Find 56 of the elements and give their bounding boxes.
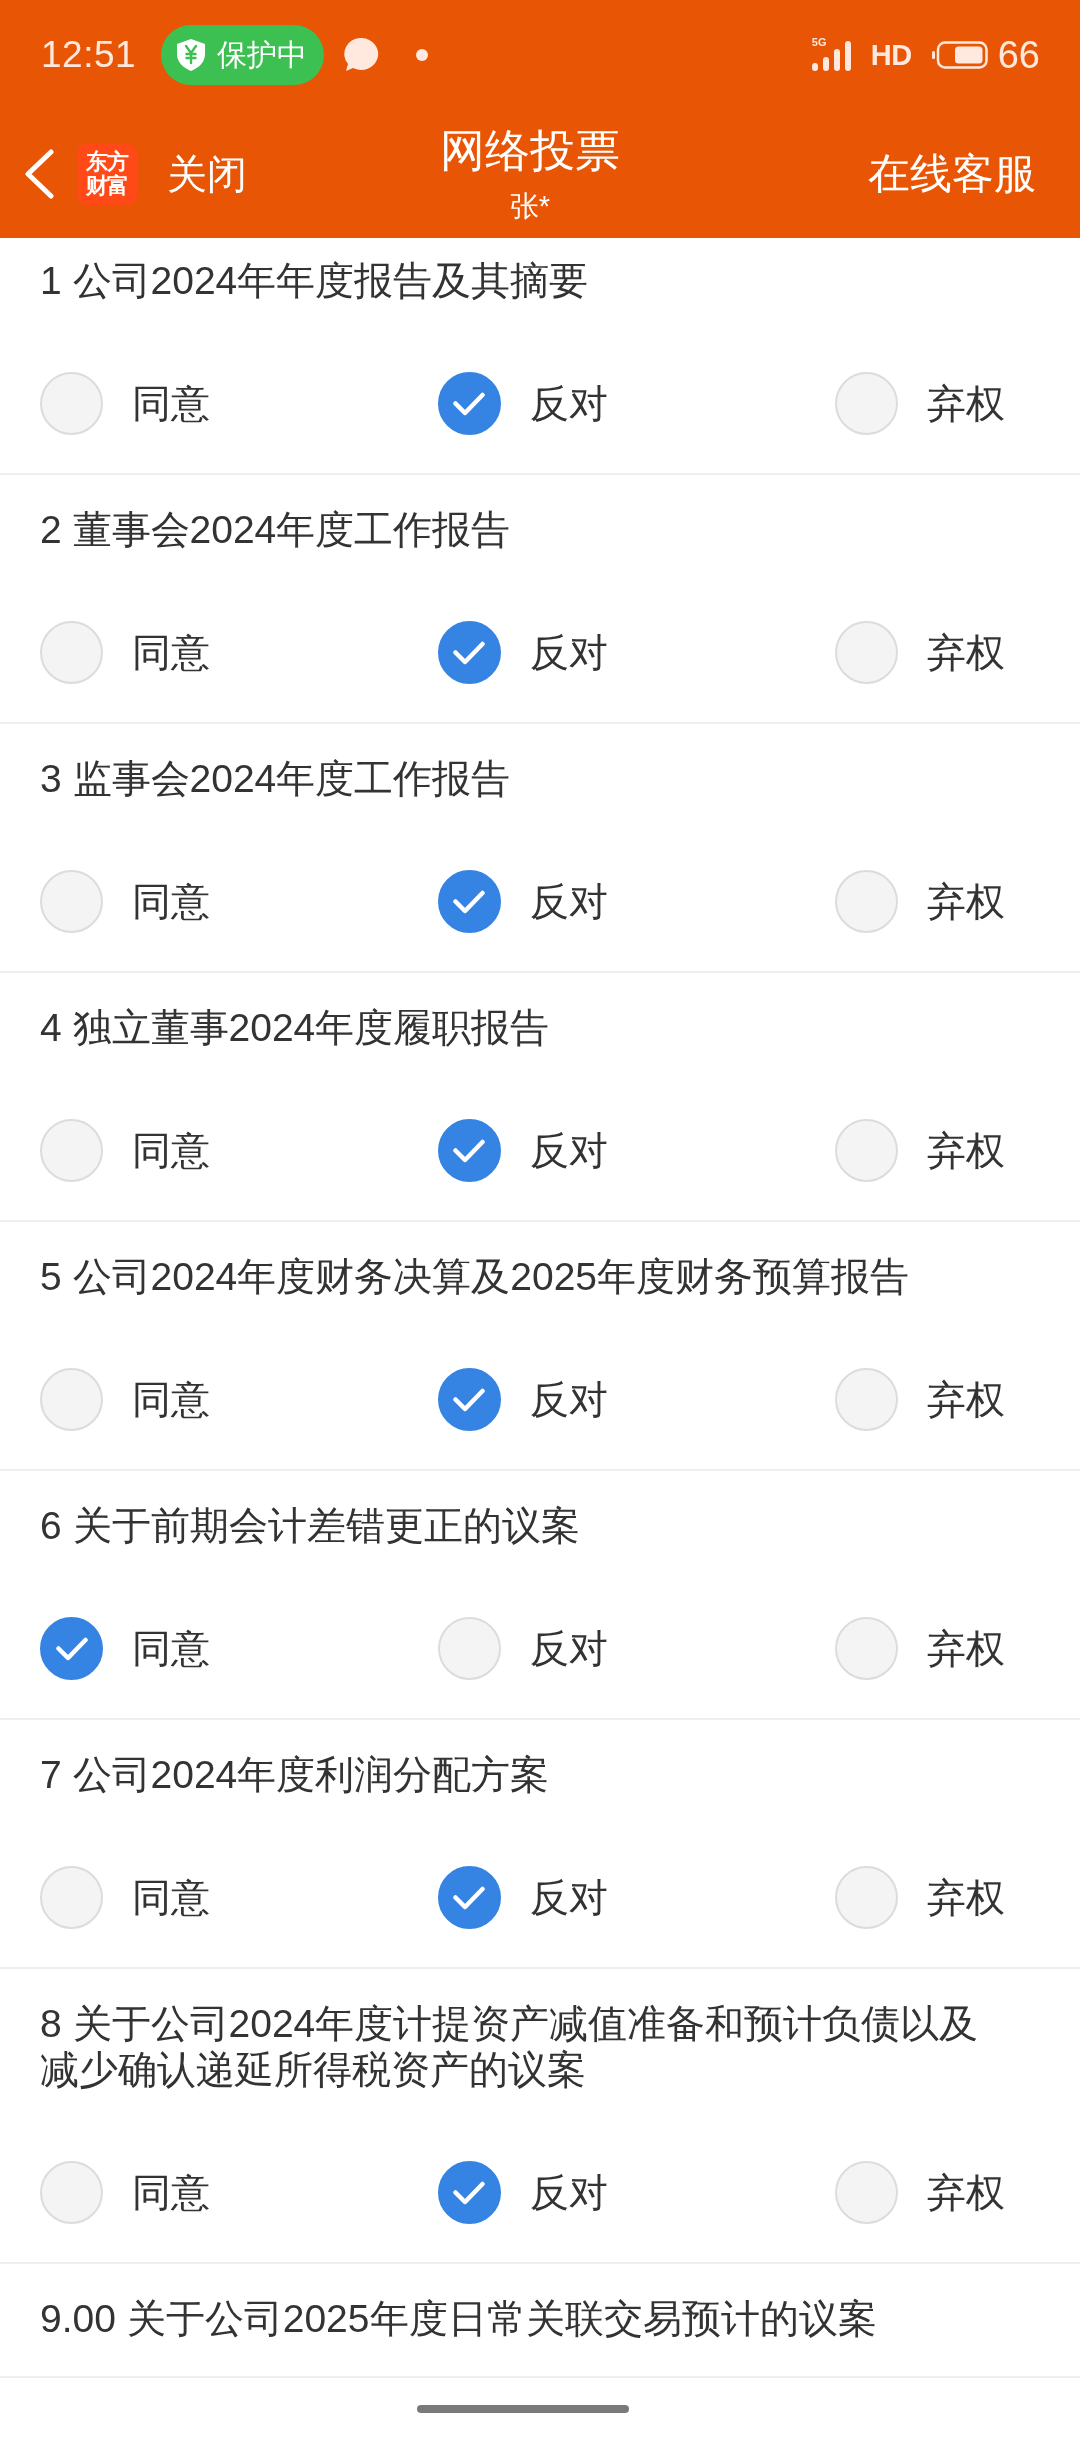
- page-title: 网络投票: [440, 125, 620, 176]
- option-label: 反对: [529, 380, 608, 427]
- option-label: 弃权: [927, 1874, 1005, 1921]
- option-label: 弃权: [927, 1376, 1005, 1423]
- checkmark-icon: [453, 889, 485, 914]
- proposal-title: 7 公司2024年度利润分配方案: [39, 1752, 551, 1798]
- checkmark-icon: [453, 2180, 485, 2205]
- customer-service-link[interactable]: 在线客服: [868, 146, 1036, 202]
- back-icon[interactable]: [24, 149, 54, 199]
- proposal-title: 1 公司2024年年度报告及其摘要: [39, 258, 590, 304]
- proposal-title: 8 关于公司2024年度计提资产减值准备和预计负债以及减少确认递延所得税资产的议案: [39, 2001, 980, 2093]
- app-logo: 东方 财富: [77, 143, 137, 205]
- option-label: 弃权: [927, 878, 1005, 925]
- option-label: 同意: [132, 629, 210, 676]
- option-label: 同意: [132, 1127, 210, 1174]
- option-label: 同意: [132, 1376, 210, 1423]
- option-label: 反对: [529, 1127, 608, 1174]
- battery-icon: [931, 41, 988, 69]
- proposal-group-title: 9.00 关于公司2025年度日常关联交易预计的议案: [39, 2296, 878, 2342]
- battery-level-text: 66: [997, 33, 1040, 77]
- checkmark-icon: [453, 1387, 485, 1412]
- account-name: 张*: [509, 188, 551, 223]
- protection-status-text: 保护中: [217, 36, 308, 73]
- option-label: 反对: [529, 1625, 608, 1672]
- proposal-title: 4 独立董事2024年度履职报告: [39, 1005, 551, 1051]
- option-label: 弃权: [927, 1625, 1005, 1672]
- proposal-title: 5 公司2024年度财务决算及2025年度财务预算报告: [39, 1254, 911, 1300]
- option-label: 弃权: [927, 1127, 1005, 1174]
- checkmark-icon: [453, 1138, 485, 1163]
- close-link[interactable]: 关闭: [167, 146, 247, 202]
- proposal-title: 6 关于前期会计差错更正的议案: [39, 1503, 581, 1549]
- option-label: 反对: [529, 629, 608, 676]
- checkmark-icon: [55, 1636, 88, 1661]
- shield-icon: [177, 39, 206, 71]
- option-label: 反对: [529, 2169, 608, 2216]
- network-type-text: 5G: [811, 37, 827, 48]
- option-label: 弃权: [927, 629, 1005, 676]
- proposal-title: 2 董事会2024年度工作报告: [39, 507, 512, 553]
- checkmark-icon: [453, 640, 485, 665]
- option-label: 弃权: [927, 380, 1005, 427]
- notification-dot-icon: [416, 49, 429, 61]
- option-label: 同意: [132, 1625, 210, 1672]
- option-label: 反对: [529, 1874, 608, 1921]
- chat-bubble-icon: [344, 38, 380, 72]
- option-label: 同意: [132, 878, 210, 925]
- proposal-title: 3 监事会2024年度工作报告: [39, 756, 512, 802]
- option-label: 反对: [529, 878, 608, 925]
- option-label: 弃权: [927, 2169, 1005, 2216]
- checkmark-icon: [453, 1885, 485, 1910]
- option-label: 同意: [132, 2169, 210, 2216]
- hd-indicator: HD: [870, 38, 912, 72]
- option-label: 同意: [132, 380, 210, 427]
- option-label: 反对: [529, 1376, 608, 1423]
- status-time: 12:51: [41, 34, 137, 76]
- option-label: 同意: [132, 1874, 210, 1921]
- checkmark-icon: [453, 391, 485, 416]
